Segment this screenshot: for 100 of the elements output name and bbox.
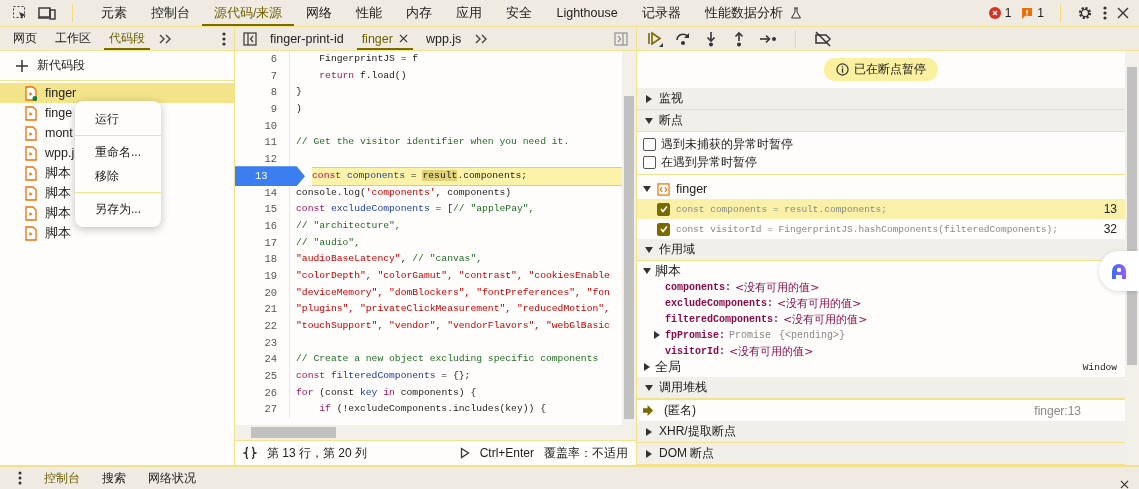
file-tab[interactable]: wpp.js <box>420 27 467 50</box>
drawer-tab[interactable]: 网络状况 <box>148 469 196 487</box>
menu-item[interactable]: 运行 <box>75 107 161 131</box>
line-number[interactable]: 20 <box>235 284 290 302</box>
sidebar-toggle-icon[interactable] <box>614 31 628 46</box>
drawer-tab[interactable]: 搜索 <box>102 469 126 487</box>
code-line: // "audio", <box>296 235 361 250</box>
assistant-button[interactable] <box>1099 251 1139 291</box>
close-icon[interactable] <box>1120 479 1129 489</box>
breakpoint-row[interactable]: const visitorId = FingerprintJS.hashComponents(filteredComponents); 32 <box>637 219 1125 239</box>
chevron-icon[interactable] <box>474 32 489 45</box>
more-icon[interactable] <box>18 471 22 485</box>
sidebar-toggle-icon[interactable] <box>243 31 257 46</box>
script-file-icon <box>25 145 37 161</box>
section-header[interactable]: 调用堆栈 <box>637 377 1125 399</box>
scrollbar[interactable] <box>235 425 636 440</box>
line-number[interactable]: 13 <box>235 166 305 187</box>
line-number[interactable]: 18 <box>235 251 290 268</box>
snippet-item[interactable]: mont <box>25 125 73 141</box>
menu-item[interactable]: 移除 <box>75 164 161 188</box>
line-number[interactable]: 15 <box>235 201 290 218</box>
scrollbar[interactable] <box>622 51 636 425</box>
code-line: "plugins", "privateClickMeasurement", "reducedMotion", <box>296 302 611 317</box>
code-line: } <box>296 85 303 100</box>
collapse-icon[interactable] <box>643 267 651 275</box>
new-snippet-button[interactable]: 新代码段 <box>0 51 234 81</box>
panel-tab[interactable]: 源代码/来源 <box>202 0 295 26</box>
line-number[interactable]: 21 <box>235 301 290 318</box>
checkbox[interactable] <box>657 202 670 216</box>
snippet-item[interactable]: 脚本 <box>25 164 71 182</box>
close-icon[interactable] <box>398 34 408 43</box>
section-header[interactable]: 监视 <box>637 88 1125 110</box>
panel-tab[interactable]: 控制台 <box>139 0 202 26</box>
drawer-tab[interactable]: 控制台 <box>44 469 80 487</box>
line-number[interactable]: 27 <box>235 401 290 419</box>
panel-tab[interactable]: 记录器 <box>629 0 693 26</box>
more-icon[interactable] <box>1103 5 1107 21</box>
line-number[interactable]: 17 <box>235 234 290 252</box>
panel-tab[interactable]: Lighthouse <box>544 0 630 26</box>
checkbox[interactable] <box>643 155 656 169</box>
line-number[interactable]: 16 <box>235 217 290 235</box>
navigator-tab[interactable]: 工作区 <box>50 27 96 50</box>
navigator-tab[interactable]: 网页 <box>8 27 42 50</box>
checkbox[interactable] <box>643 137 656 151</box>
breakpoint-row[interactable]: const components = result.components; 13 <box>637 199 1125 219</box>
snippet-item[interactable]: 脚本 <box>25 184 71 202</box>
line-number[interactable]: 26 <box>235 384 290 402</box>
file-tab[interactable]: finger-print-id <box>265 27 349 50</box>
line-number[interactable]: 10 <box>235 117 290 135</box>
line-number[interactable]: 22 <box>235 318 290 335</box>
frame-name: (匿名) <box>664 402 696 419</box>
warning-count[interactable]: 1 <box>1021 6 1044 20</box>
collapse-icon[interactable] <box>643 185 651 193</box>
error-count[interactable]: 1 <box>988 6 1012 20</box>
play-icon[interactable] <box>459 447 470 459</box>
inspect-icon[interactable] <box>12 5 28 21</box>
step-over-icon[interactable] <box>675 30 691 47</box>
panel-tab[interactable]: 应用 <box>444 0 495 26</box>
panel-tab[interactable]: 性能 <box>344 0 395 26</box>
navigator-tab[interactable]: 代码段 <box>104 27 150 50</box>
checkbox[interactable] <box>657 222 670 236</box>
expand-icon[interactable] <box>643 363 651 371</box>
close-icon[interactable] <box>1117 7 1129 19</box>
snippet-item[interactable]: finger <box>25 85 77 101</box>
scrollbar[interactable] <box>1125 51 1139 465</box>
line-number[interactable]: 25 <box>235 368 290 385</box>
panel-tab[interactable]: 内存 <box>394 0 445 26</box>
menu-item[interactable]: 另存为... <box>75 197 161 221</box>
device-icon[interactable] <box>38 5 56 21</box>
section-header[interactable]: DOM 断点 <box>637 443 1125 465</box>
more-icon[interactable] <box>222 30 226 47</box>
menu-item[interactable]: 重命名... <box>75 140 161 164</box>
line-number[interactable]: 24 <box>235 351 290 369</box>
chevron-icon[interactable] <box>158 32 172 45</box>
panel-tab[interactable]: 安全 <box>494 0 545 26</box>
section-header[interactable]: 作用域 <box>637 239 1125 261</box>
line-number[interactable]: 19 <box>235 267 290 285</box>
line-number[interactable]: 8 <box>235 84 290 102</box>
file-tab[interactable]: finger <box>356 27 413 50</box>
snippet-item[interactable]: 脚本 <box>25 204 71 222</box>
line-number[interactable]: 6 <box>235 51 290 68</box>
line-number[interactable]: 14 <box>235 184 290 202</box>
section-header[interactable]: 断点 <box>637 110 1125 132</box>
expand-icon[interactable] <box>653 331 661 339</box>
section-header[interactable]: XHR/提取断点 <box>637 421 1125 443</box>
snippet-item[interactable]: finge <box>25 105 73 121</box>
panel-tab[interactable]: 网络 <box>294 0 345 26</box>
settings-icon[interactable] <box>1077 5 1093 21</box>
panel-tab[interactable]: 元素 <box>89 0 139 26</box>
snippet-item[interactable]: 脚本 <box>25 224 71 242</box>
frame-location[interactable]: finger:13 <box>1034 403 1081 418</box>
deactivate-breakpoints-icon[interactable] <box>814 30 832 47</box>
line-number[interactable]: 11 <box>235 134 290 152</box>
line-number[interactable]: 9 <box>235 101 290 118</box>
snippet-item[interactable]: wpp.j <box>25 145 75 161</box>
pretty-print-icon[interactable] <box>243 446 257 460</box>
resume-icon[interactable] <box>647 30 663 47</box>
panel-tab[interactable]: 性能数据分析 <box>692 0 814 26</box>
line-number[interactable]: 23 <box>235 334 290 352</box>
line-number[interactable]: 7 <box>235 67 290 85</box>
